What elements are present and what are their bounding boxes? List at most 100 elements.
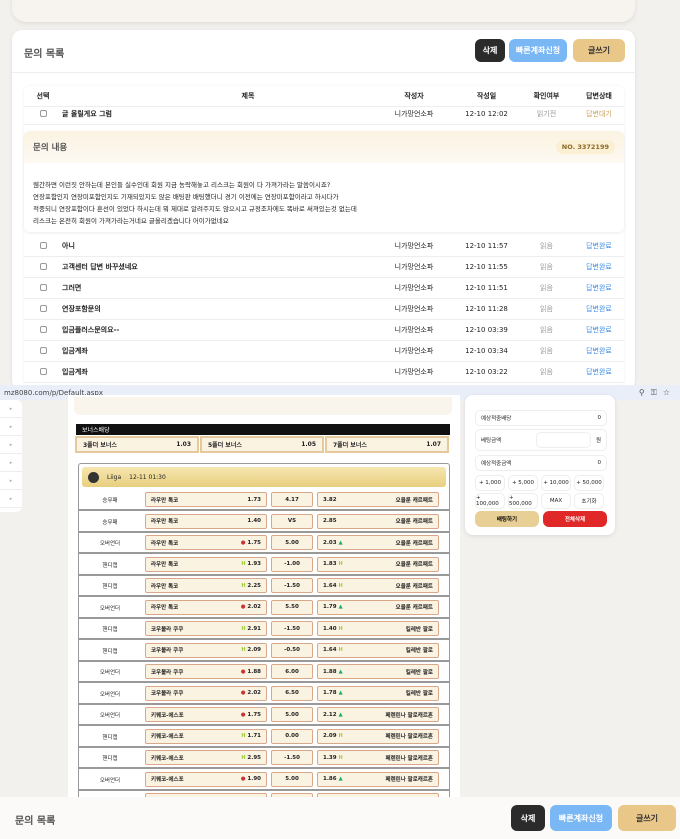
- draw-odds-button[interactable]: VS: [271, 513, 313, 529]
- row-title[interactable]: 입금플러스문의요--: [62, 325, 374, 335]
- home-odds-button[interactable]: 코우볼라 쿠쿠 ● 1.88: [145, 664, 267, 679]
- amount-button[interactable]: + 1,000: [475, 475, 505, 491]
- delete-button[interactable]: 삭제: [511, 805, 545, 831]
- away-odds-button[interactable]: 1.88 ▲ 킬레반 팔로: [317, 664, 439, 679]
- home-odds-button[interactable]: 키퀘코-에스포 ● 1.90: [145, 771, 267, 787]
- zoom-icon[interactable]: ⚲: [639, 388, 651, 397]
- row-title[interactable]: 연장포함문의: [62, 304, 374, 314]
- row-title[interactable]: 그러면: [62, 283, 374, 293]
- table-row[interactable]: 고객센터 답변 바꾸셨네요 니가망언소파 12-10 11:55 읽음 답변완료: [24, 257, 624, 278]
- chevron-right-icon[interactable]: ▸: [0, 454, 22, 472]
- home-odds-button[interactable]: 코우볼라 쿠쿠 H 2.91: [145, 621, 267, 636]
- key-icon[interactable]: ⚿: [651, 388, 663, 397]
- away-odds-button[interactable]: 1.79 ▲ 오울룬 캐르패트: [317, 599, 439, 615]
- away-odds-button[interactable]: 1.83 H 오울룬 캐르패트: [317, 556, 439, 572]
- home-odds-button[interactable]: 라우만 톡코 H 2.25: [145, 578, 267, 593]
- table-row[interactable]: 글 올릴게요 그럼 니가망언소파 12-10 12:02 읽기전 답변대기: [24, 104, 624, 125]
- home-odds-button[interactable]: 라우만 톡코 1.40: [145, 513, 267, 529]
- row-title[interactable]: 아니: [62, 241, 374, 251]
- amount-button[interactable]: + 5,000: [508, 475, 538, 491]
- write-button[interactable]: 글쓰기: [573, 39, 625, 62]
- under-icon: ●: [240, 711, 246, 718]
- draw-odds-button[interactable]: 4.17: [271, 492, 313, 507]
- chevron-right-icon[interactable]: ▸: [0, 490, 22, 508]
- table-row[interactable]: 아니 니가망언소파 12-10 11:57 읽음 답변완료: [24, 236, 624, 257]
- away-odds-button[interactable]: 2.03 ▲ 오울룬 캐르패트: [317, 535, 439, 550]
- amount-button[interactable]: 초기화: [574, 493, 604, 509]
- row-title[interactable]: 고객센터 답변 바꾸셨네요: [62, 262, 374, 272]
- fast-account-button[interactable]: 빠른계좌신청: [550, 805, 612, 831]
- inquiry-detail: 문의 내용 NO. 3372199 웬간하면 이런짓 안하는데 본인들 실수인데…: [24, 131, 624, 232]
- draw-odds-button[interactable]: -1.00: [271, 556, 313, 572]
- amount-button[interactable]: + 500,000: [508, 493, 538, 509]
- chevron-right-icon[interactable]: ▸: [0, 400, 22, 418]
- draw-odds-button[interactable]: -1.50: [271, 750, 313, 765]
- table-row[interactable]: 입금계좌 니가망언소파 12-10 03:22 읽음 답변완료: [24, 362, 624, 383]
- away-odds-button[interactable]: 2.85 오울룬 캐르패트: [317, 513, 439, 529]
- clear-all-button[interactable]: 전체삭제: [543, 511, 607, 527]
- fast-account-button[interactable]: 빠른계좌신청: [509, 39, 567, 62]
- away-odds-button[interactable]: 2.12 ▲ 페렌린나 팔로캐르혼: [317, 707, 439, 722]
- home-odds-button[interactable]: 키퀘코-에스포 H 2.95: [145, 750, 267, 765]
- row-title[interactable]: 글 올릴게요 그럼: [62, 109, 374, 119]
- bet-row: 핸디캡 라우만 톡코 H 1.93 -1.00 1.83 H 오울룬 캐르패트: [79, 555, 449, 576]
- away-odds-button[interactable]: 1.64 H 오울룬 캐르패트: [317, 578, 439, 593]
- away-odds-button[interactable]: 3.82 오울룬 캐르패트: [317, 492, 439, 507]
- away-odds-button[interactable]: 1.40 H 킬레반 팔로: [317, 621, 439, 636]
- draw-odds-button[interactable]: -1.50: [271, 621, 313, 636]
- bonus-3-folder[interactable]: 3폴더 보너스 1.03: [75, 436, 199, 453]
- draw-odds-button[interactable]: 6.50: [271, 685, 313, 701]
- away-odds-button[interactable]: 2.09 H 페렌린나 팔로캐르혼: [317, 728, 439, 744]
- draw-odds-button[interactable]: 5.00: [271, 535, 313, 550]
- draw-odds-button[interactable]: 0.00: [271, 728, 313, 744]
- row-checkbox[interactable]: [39, 241, 47, 249]
- home-odds-button[interactable]: 라우만 톡코 ● 2.02: [145, 599, 267, 615]
- table-row[interactable]: 그러면 니가망언소파 12-10 11:51 읽음 답변완료: [24, 278, 624, 299]
- bet-amount-input[interactable]: [535, 432, 591, 448]
- place-bet-button[interactable]: 배팅하기: [475, 511, 539, 527]
- home-odds-button[interactable]: 코우볼라 쿠쿠 H 2.09: [145, 642, 267, 658]
- home-odds-button[interactable]: 라우만 톡코 1.73: [145, 492, 267, 507]
- chevron-right-icon[interactable]: ▸: [0, 418, 22, 436]
- away-odds-button[interactable]: 1.78 ▲ 킬레반 팔로: [317, 685, 439, 701]
- write-button[interactable]: 글쓰기: [618, 805, 676, 831]
- amount-button[interactable]: MAX: [541, 493, 571, 509]
- table-row[interactable]: 입금계좌 니가망언소파 12-10 03:34 읽음 답변완료: [24, 341, 624, 362]
- chevron-right-icon[interactable]: ▸: [0, 436, 22, 454]
- row-checkbox[interactable]: [39, 262, 47, 270]
- home-odds-button[interactable]: 라우만 톡코 ● 1.75: [145, 535, 267, 550]
- amount-button[interactable]: + 10,000: [541, 475, 571, 491]
- row-title[interactable]: 입금계좌: [62, 346, 374, 356]
- away-odds-button[interactable]: 1.64 H 킬레반 팔로: [317, 642, 439, 658]
- row-checkbox[interactable]: [39, 367, 47, 375]
- home-odds-button[interactable]: 키퀘코-에스포 H 1.71: [145, 728, 267, 744]
- draw-odds-button[interactable]: -0.50: [271, 642, 313, 658]
- row-checkbox[interactable]: [39, 325, 47, 333]
- home-odds-button[interactable]: 코우볼라 쿠쿠 ● 2.02: [145, 685, 267, 701]
- row-checkbox[interactable]: [39, 304, 47, 312]
- draw-odds-button[interactable]: 5.00: [271, 707, 313, 722]
- chevron-right-icon[interactable]: ▸: [0, 472, 22, 490]
- bonus-5-folder[interactable]: 5폴더 보너스 1.05: [200, 436, 324, 453]
- away-odds-button[interactable]: 1.86 ▲ 페렌린나 팔로캐르혼: [317, 771, 439, 787]
- draw-odds-button[interactable]: 6.00: [271, 664, 313, 679]
- row-checkbox[interactable]: [39, 109, 47, 117]
- delete-button[interactable]: 삭제: [475, 39, 505, 62]
- away-odds-button[interactable]: 1.39 H 페렌린나 팔로캐르혼: [317, 750, 439, 765]
- amount-button[interactable]: + 50,000: [574, 475, 604, 491]
- table-row[interactable]: 연장포함문의 니가망언소파 12-10 11:28 읽음 답변완료: [24, 299, 624, 320]
- draw-odds-button[interactable]: 5.00: [271, 771, 313, 787]
- draw-odds-button[interactable]: 5.50: [271, 599, 313, 615]
- draw-odds-button[interactable]: -1.50: [271, 578, 313, 593]
- row-checkbox[interactable]: [39, 346, 47, 354]
- row-checkbox[interactable]: [39, 283, 47, 291]
- table-row[interactable]: 입금플러스문의요-- 니가망언소파 12-10 03:39 읽음 답변완료: [24, 320, 624, 341]
- home-odds-button[interactable]: 키퀘코-에스포 ● 1.75: [145, 707, 267, 722]
- row-author: 니가망언소파: [394, 284, 434, 292]
- amount-button[interactable]: + 100,000: [475, 493, 505, 509]
- star-icon[interactable]: ☆: [663, 388, 676, 397]
- row-title[interactable]: 입금계좌: [62, 367, 374, 377]
- bonus-7-folder[interactable]: 7폴더 보너스 1.07: [325, 436, 449, 453]
- home-odds-button[interactable]: 라우만 톡코 H 1.93: [145, 556, 267, 572]
- handicap-icon: H: [338, 625, 343, 632]
